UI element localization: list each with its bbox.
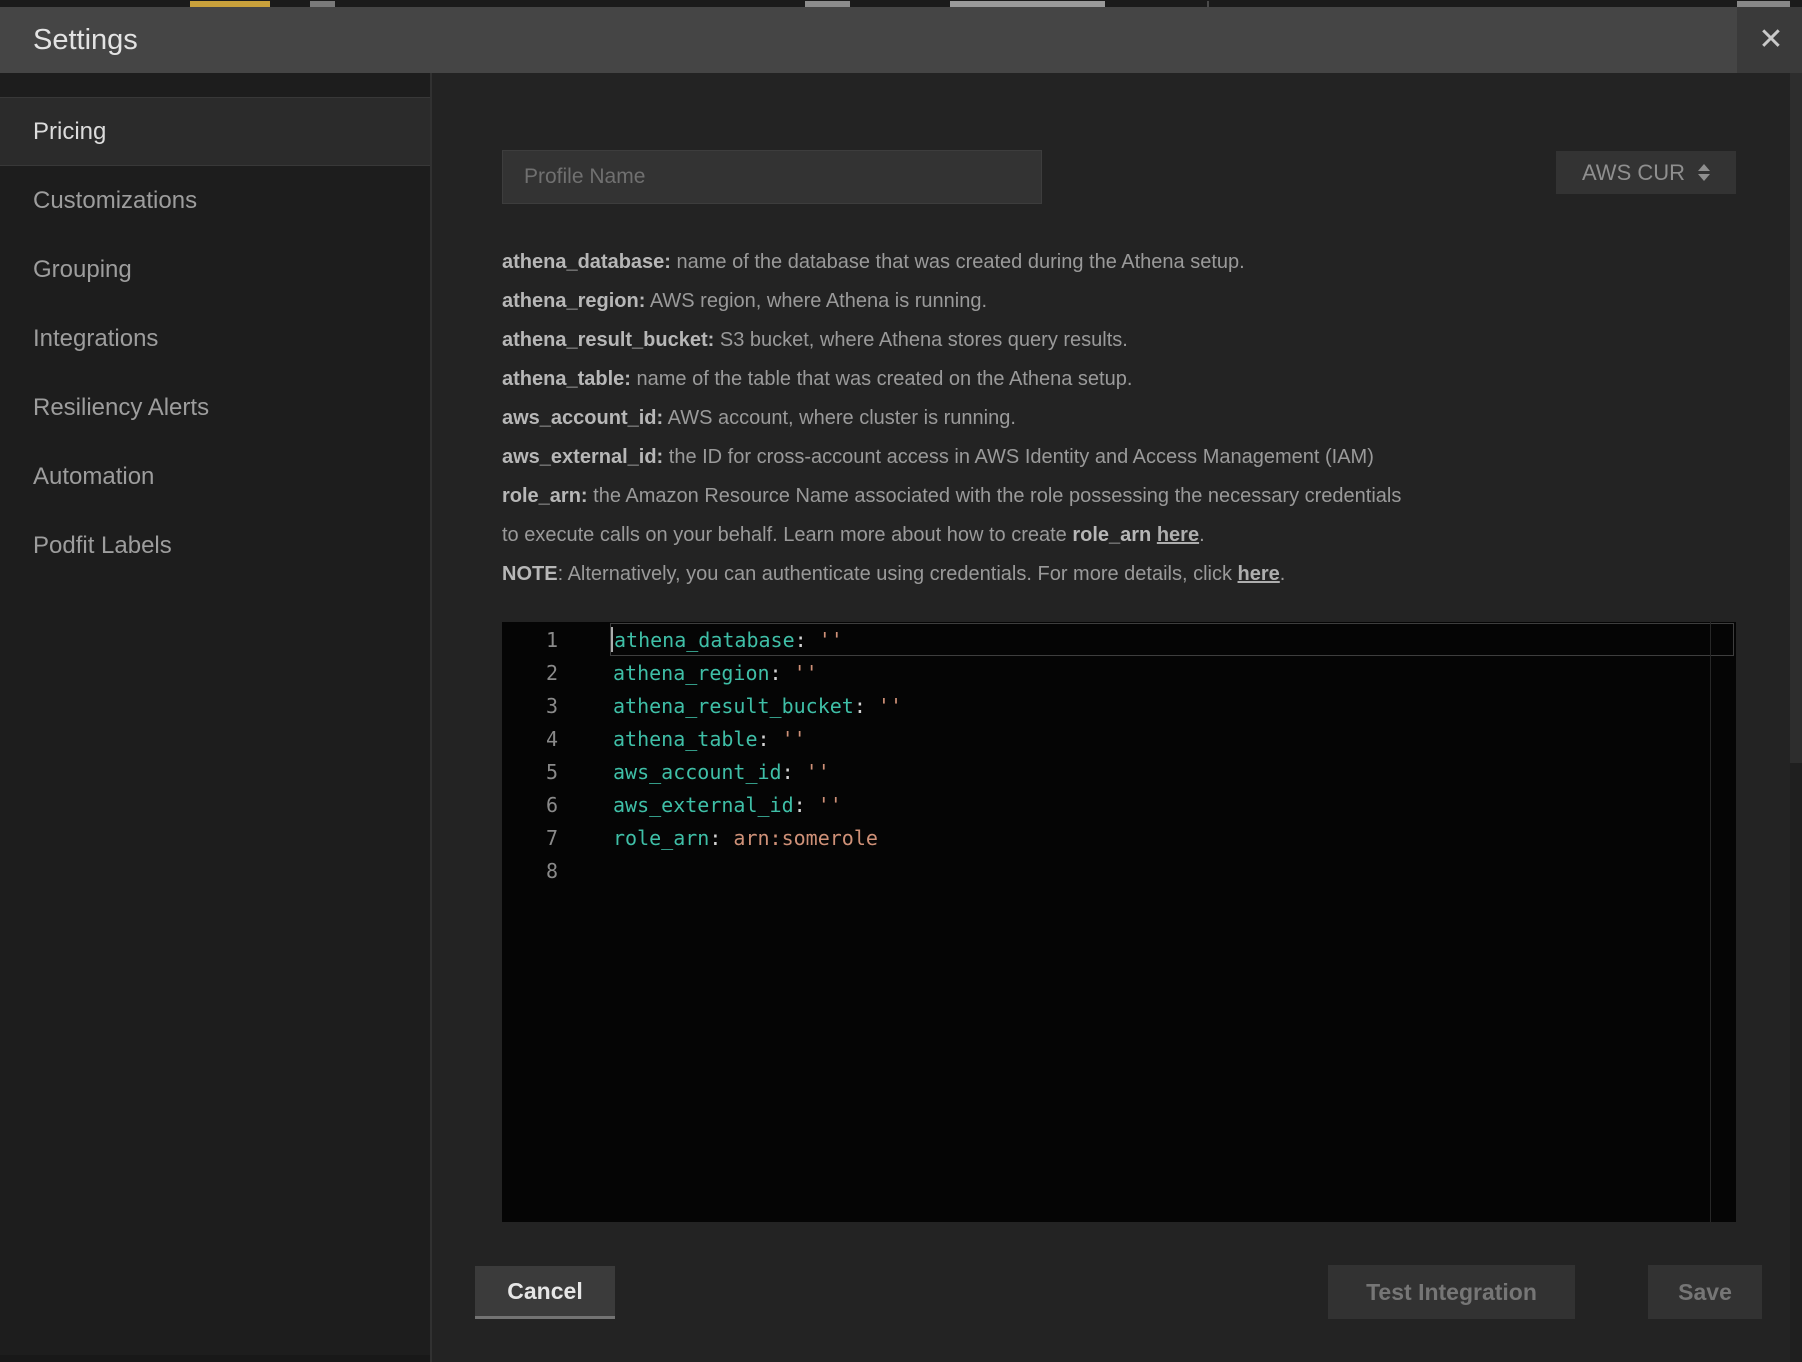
profile-type-value: AWS CUR bbox=[1582, 160, 1685, 186]
editor-line-3[interactable]: 3 athena_result_bucket: '' bbox=[502, 689, 1736, 722]
editor-line-8[interactable]: 8 bbox=[502, 854, 1736, 887]
description-line: athena_table: name of the table that was… bbox=[502, 360, 1682, 399]
line-number: 7 bbox=[502, 826, 558, 850]
close-icon: ✕ bbox=[1758, 22, 1783, 57]
editor-line-4[interactable]: 4 athena_table: '' bbox=[502, 722, 1736, 755]
scrollbar-thumb[interactable] bbox=[1790, 73, 1802, 763]
sidebar-item-pricing[interactable]: Pricing bbox=[0, 97, 430, 166]
code-text: aws_external_id: '' bbox=[610, 788, 1734, 821]
description-line: aws_external_id: the ID for cross-accoun… bbox=[502, 438, 1682, 477]
description-line: athena_region: AWS region, where Athena … bbox=[502, 282, 1682, 321]
test-integration-button[interactable]: Test Integration bbox=[1328, 1265, 1575, 1319]
editor-line-2[interactable]: 2 athena_region: '' bbox=[502, 656, 1736, 689]
background-page-strip bbox=[0, 0, 1802, 7]
code-text: athena_region: '' bbox=[610, 656, 1734, 689]
editor-line-6[interactable]: 6 aws_external_id: '' bbox=[502, 788, 1736, 821]
code-text: role_arn: arn:somerole bbox=[610, 821, 1734, 854]
description-line: NOTE: Alternatively, you can authenticat… bbox=[502, 555, 1682, 594]
code-text: athena_result_bucket: '' bbox=[610, 689, 1734, 722]
description-line: to execute calls on your behalf. Learn m… bbox=[502, 516, 1682, 555]
profile-name-input[interactable] bbox=[502, 150, 1042, 204]
line-number: 4 bbox=[502, 727, 558, 751]
dialog-title: Settings bbox=[33, 7, 138, 73]
sidebar-divider bbox=[430, 73, 432, 1362]
settings-sidebar: PricingCustomizationsGroupingIntegration… bbox=[0, 73, 430, 1355]
here-link[interactable]: here bbox=[1238, 563, 1280, 585]
sidebar-nav: PricingCustomizationsGroupingIntegration… bbox=[0, 97, 430, 580]
cancel-button[interactable]: Cancel bbox=[475, 1266, 615, 1319]
select-arrows-icon bbox=[1698, 164, 1710, 181]
close-button[interactable]: ✕ bbox=[1747, 13, 1795, 65]
description-line: role_arn: the Amazon Resource Name assoc… bbox=[502, 477, 1682, 516]
editor-line-5[interactable]: 5 aws_account_id: '' bbox=[502, 755, 1736, 788]
here-link[interactable]: here bbox=[1157, 524, 1199, 546]
line-number: 3 bbox=[502, 694, 558, 718]
editor-line-7[interactable]: 7 role_arn: arn:somerole bbox=[502, 821, 1736, 854]
sidebar-item-automation[interactable]: Automation bbox=[0, 442, 430, 511]
code-text: athena_table: '' bbox=[610, 722, 1734, 755]
sidebar-item-resiliency-alerts[interactable]: Resiliency Alerts bbox=[0, 373, 430, 442]
field-descriptions: athena_database: name of the database th… bbox=[502, 243, 1682, 594]
line-number: 6 bbox=[502, 793, 558, 817]
profile-type-select[interactable]: AWS CUR bbox=[1556, 151, 1736, 194]
line-number: 5 bbox=[502, 760, 558, 784]
description-line: athena_result_bucket: S3 bucket, where A… bbox=[502, 321, 1682, 360]
description-line: aws_account_id: AWS account, where clust… bbox=[502, 399, 1682, 438]
sidebar-item-podfit-labels[interactable]: Podfit Labels bbox=[0, 511, 430, 580]
sidebar-item-integrations[interactable]: Integrations bbox=[0, 304, 430, 373]
modal-bottom-edge bbox=[0, 1355, 432, 1362]
description-line: athena_database: name of the database th… bbox=[502, 243, 1682, 282]
code-text: athena_database: '' bbox=[610, 623, 1734, 656]
line-number: 8 bbox=[502, 859, 558, 883]
sidebar-item-customizations[interactable]: Customizations bbox=[0, 166, 430, 235]
save-button[interactable]: Save bbox=[1648, 1265, 1762, 1319]
sidebar-item-grouping[interactable]: Grouping bbox=[0, 235, 430, 304]
dialog-titlebar: Settings bbox=[0, 7, 1802, 73]
line-number: 1 bbox=[502, 628, 558, 652]
code-text: aws_account_id: '' bbox=[610, 755, 1734, 788]
code-text bbox=[610, 854, 1734, 887]
editor-line-1[interactable]: 1 athena_database: '' bbox=[502, 623, 1736, 656]
editor-print-margin bbox=[1710, 622, 1711, 1222]
yaml-code-editor[interactable]: 1 athena_database: '' 2 athena_region: '' 3 a… bbox=[502, 622, 1736, 1222]
editor-lines: 1 athena_database: '' 2 athena_region: '' 3 a… bbox=[502, 623, 1736, 887]
line-number: 2 bbox=[502, 661, 558, 685]
